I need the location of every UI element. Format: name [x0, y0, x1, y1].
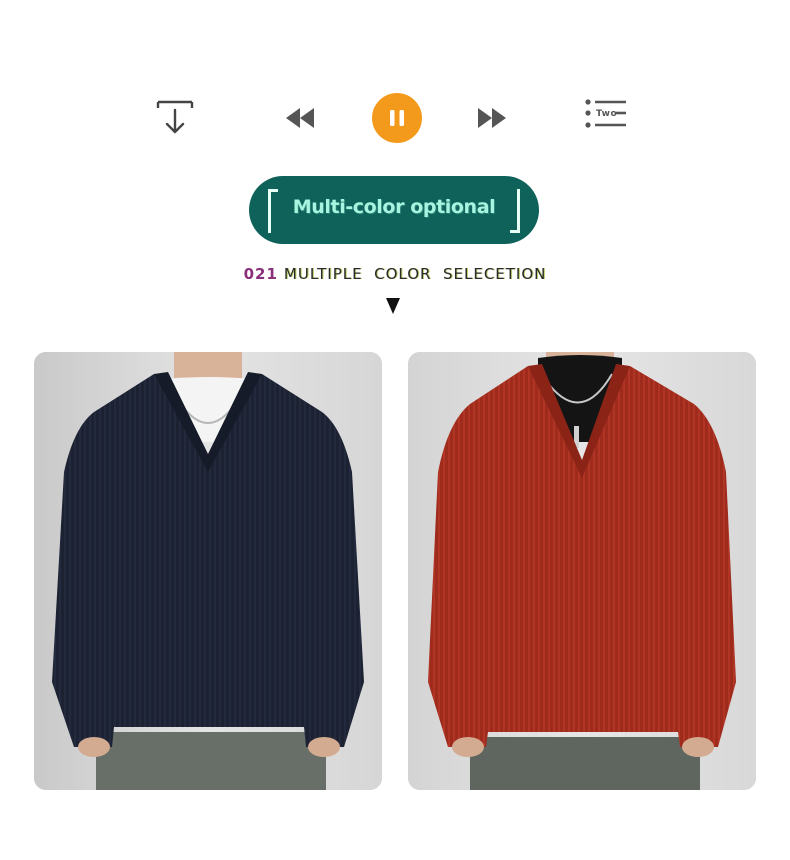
multi-color-banner: Multi-color optional	[249, 176, 539, 244]
section-number: 021	[243, 265, 278, 283]
banner-title: Multi-color optional	[292, 196, 496, 218]
product-photo-navy	[34, 352, 382, 790]
red-sweater-image	[408, 352, 756, 790]
music-player-controls: Two	[0, 88, 790, 148]
fast-forward-icon	[478, 108, 506, 128]
pause-icon	[390, 110, 404, 126]
download-button[interactable]	[152, 96, 198, 142]
previous-button[interactable]	[282, 102, 318, 134]
next-button[interactable]	[474, 102, 510, 134]
download-icon	[156, 100, 194, 134]
playlist-button[interactable]: Two	[580, 94, 630, 140]
rewind-icon	[286, 108, 314, 128]
section-heading: 021 MULTIPLE COLOR SELECETION	[0, 265, 790, 283]
bracket-right-decoration	[510, 189, 520, 233]
playlist-label: Two	[596, 109, 618, 119]
navy-sweater-image	[34, 352, 382, 790]
arrow-down-icon	[386, 298, 400, 314]
pause-button[interactable]	[372, 93, 422, 143]
section-heading-text: MULTIPLE COLOR SELECETION	[283, 265, 547, 283]
product-photo-red	[408, 352, 756, 790]
